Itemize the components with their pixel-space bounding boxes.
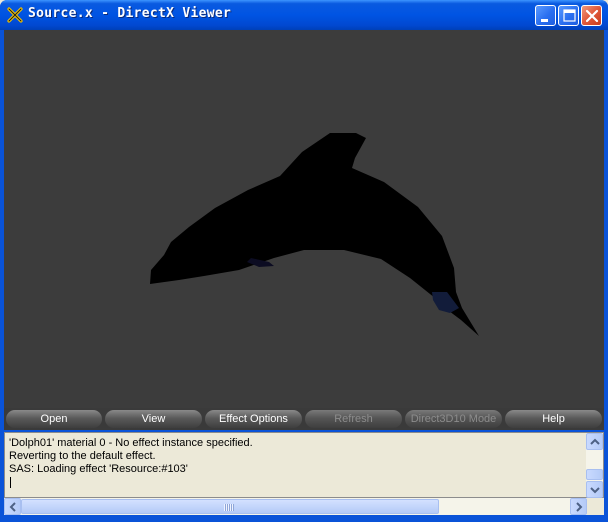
- title-bar[interactable]: Source.x - DirectX Viewer: [0, 0, 608, 30]
- maximize-button[interactable]: [558, 5, 579, 26]
- view-button[interactable]: View: [105, 410, 202, 428]
- minimize-icon: [541, 19, 548, 22]
- log-vertical-scrollbar[interactable]: [586, 433, 603, 498]
- scroll-down-button[interactable]: [586, 481, 603, 498]
- text-caret: [10, 477, 11, 488]
- chevron-left-icon: [9, 502, 16, 512]
- close-icon: [585, 9, 599, 23]
- open-button[interactable]: Open: [6, 410, 102, 428]
- window-title: Source.x - DirectX Viewer: [28, 6, 232, 21]
- log-line: Reverting to the default effect.: [9, 450, 156, 462]
- directx-icon: [7, 7, 23, 23]
- refresh-button[interactable]: Refresh: [305, 410, 402, 428]
- toolbar: Open View Effect Options Refresh Direct3…: [4, 408, 604, 430]
- scrollbar-corner: [587, 498, 604, 515]
- effect-options-button[interactable]: Effect Options: [205, 410, 302, 428]
- log-horizontal-scrollbar[interactable]: [4, 498, 604, 515]
- help-button[interactable]: Help: [505, 410, 602, 428]
- horizontal-scroll-thumb[interactable]: [21, 499, 439, 514]
- log-text: 'Dolph01' material 0 - No effect instanc…: [9, 437, 579, 488]
- close-button[interactable]: [581, 5, 602, 26]
- log-line: SAS: Loading effect 'Resource:#103': [9, 463, 188, 475]
- log-line: 'Dolph01' material 0 - No effect instanc…: [9, 437, 253, 449]
- scroll-up-button[interactable]: [586, 433, 603, 450]
- scroll-grip-icon: [224, 504, 234, 511]
- viewer-window: Source.x - DirectX Viewer Open View Effe…: [0, 0, 608, 522]
- 3d-viewport[interactable]: [4, 30, 604, 408]
- log-output[interactable]: 'Dolph01' material 0 - No effect instanc…: [4, 432, 604, 498]
- scroll-right-button[interactable]: [570, 498, 587, 515]
- dolphin-model: [150, 133, 479, 336]
- direct3d10-mode-button[interactable]: Direct3D10 Mode: [405, 410, 502, 428]
- minimize-button[interactable]: [535, 5, 556, 26]
- chevron-down-icon: [590, 487, 600, 494]
- scroll-left-button[interactable]: [4, 498, 21, 515]
- maximize-icon: [563, 9, 576, 22]
- vertical-scroll-thumb[interactable]: [586, 469, 603, 480]
- chevron-up-icon: [590, 438, 600, 445]
- chevron-right-icon: [576, 502, 583, 512]
